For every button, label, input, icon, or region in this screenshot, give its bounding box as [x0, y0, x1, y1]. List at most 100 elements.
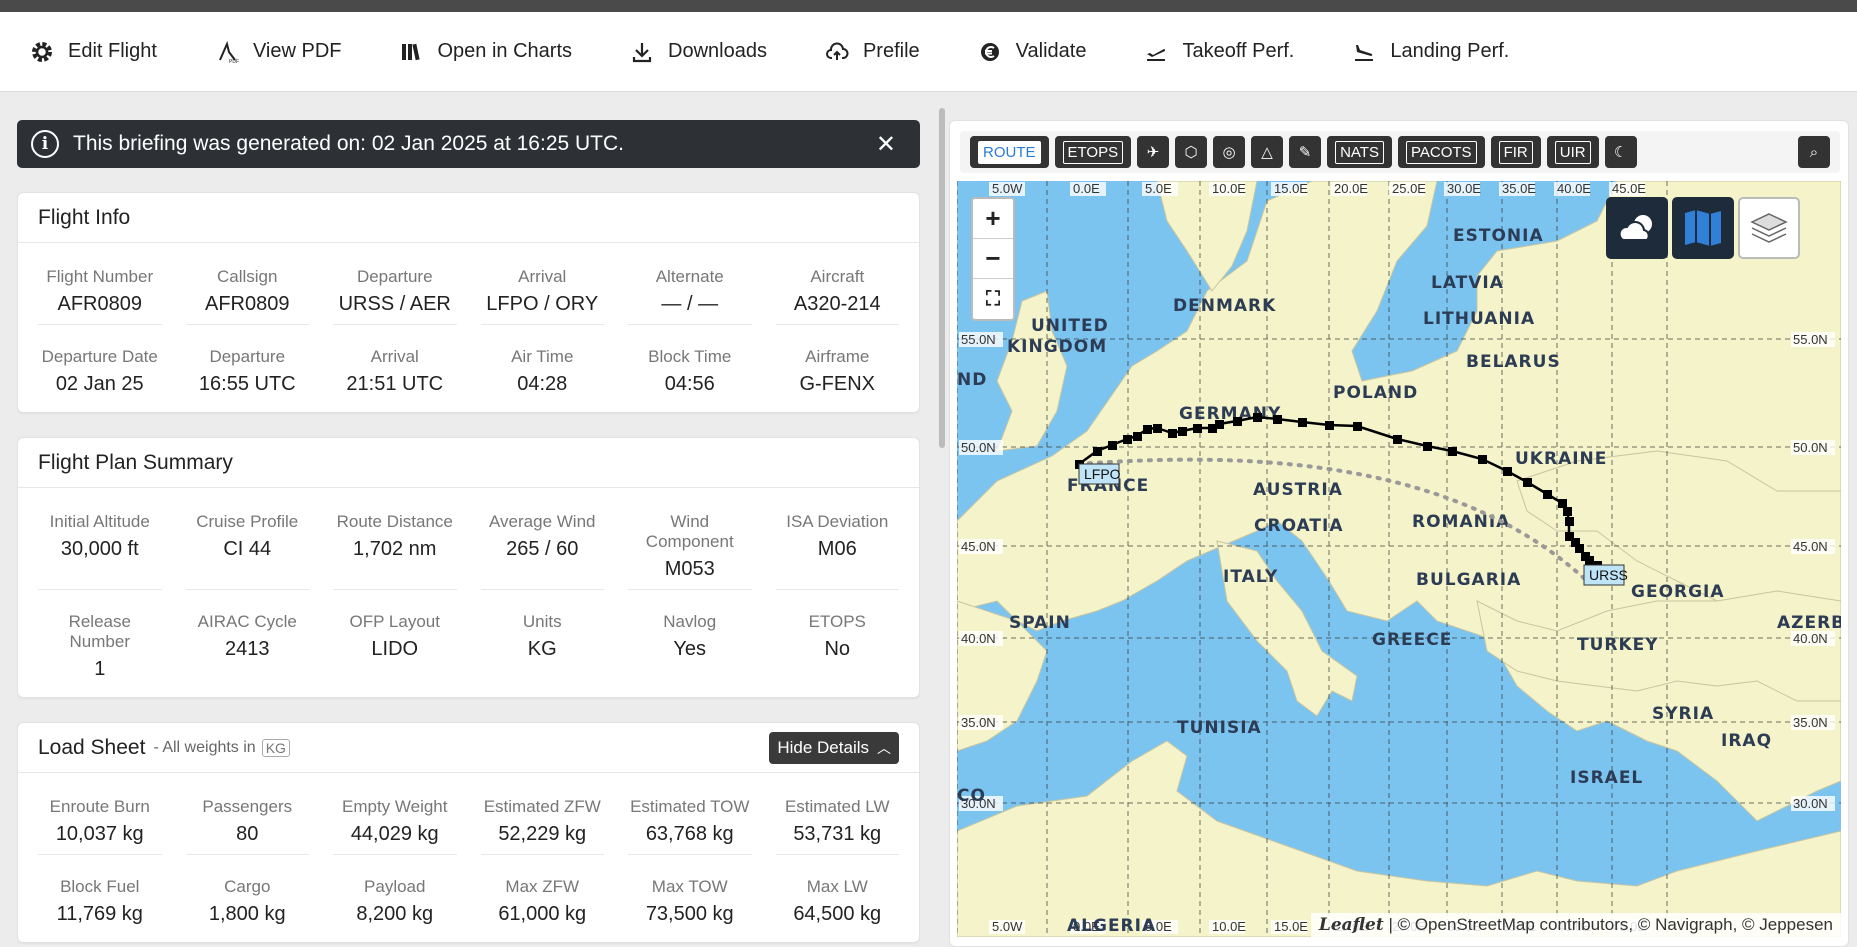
svg-text:40.0E: 40.0E — [1557, 181, 1591, 196]
flight-info-title: Flight Info — [18, 193, 919, 243]
zoom-out-button[interactable]: − — [973, 239, 1013, 279]
waypoint-marker[interactable] — [1585, 556, 1594, 565]
zoom-control: + − ⛶ — [971, 197, 1015, 321]
country-label: GREECE — [1372, 630, 1452, 650]
waypoint-marker[interactable] — [1273, 415, 1282, 424]
info-cell: Air Time 04:28 — [481, 333, 605, 404]
waypoint-marker[interactable] — [1153, 424, 1162, 433]
waypoint-marker[interactable] — [1575, 544, 1584, 553]
info-value: 04:28 — [517, 373, 568, 395]
panel-scrollbar[interactable] — [939, 108, 945, 448]
fullscreen-icon[interactable]: ⛶ — [973, 279, 1013, 319]
info-value: 1,800 kg — [208, 903, 286, 925]
country-label: SPAIN — [1009, 613, 1071, 633]
prefile-label: Prefile — [862, 40, 920, 62]
waypoint-marker[interactable] — [1093, 447, 1102, 456]
lat-label: 55.0N — [959, 332, 1003, 347]
waypoint-marker[interactable] — [1543, 490, 1552, 499]
info-label: Aircraft — [810, 267, 865, 286]
takeoff-perf-button[interactable]: Takeoff Perf. — [1144, 40, 1294, 64]
departure-airport-marker[interactable]: URSS — [1583, 564, 1628, 586]
info-cell: Max TOW 73,500 kg — [628, 863, 752, 934]
country-label: ND — [957, 370, 987, 390]
info-cell: Alternate — / — — [628, 253, 752, 325]
country-label: UKRAINE — [1515, 449, 1607, 469]
layers-button[interactable] — [1738, 197, 1800, 259]
waypoint-marker[interactable] — [1215, 420, 1224, 429]
leaflet-link[interactable]: Leaflet — [1319, 915, 1384, 935]
info-label: Passengers — [202, 797, 293, 816]
zoom-in-button[interactable]: + — [973, 199, 1013, 239]
arrival-airport-marker[interactable]: LFPO — [1078, 463, 1121, 485]
info-label: Wind Component — [645, 512, 734, 551]
nats-layer-button[interactable]: NATS — [1327, 136, 1392, 168]
downloads-button[interactable]: Downloads — [630, 40, 767, 64]
waypoint-marker[interactable] — [1193, 424, 1202, 433]
waypoint-marker[interactable] — [1478, 455, 1487, 464]
hide-details-button[interactable]: Hide Details ︿ — [769, 731, 899, 764]
fir-layer-button[interactable]: FIR — [1490, 136, 1541, 168]
info-cell: Empty Weight 44,029 kg — [333, 783, 457, 855]
route-map[interactable]: 5.0W 5.0W 0.0E 0.0E 5.0E 5.0E 10.0E 10.0E 15.0E 1… — [957, 181, 1841, 937]
waypoint-marker[interactable] — [1523, 478, 1532, 487]
landing-perf-button[interactable]: Landing Perf. — [1352, 40, 1509, 64]
validate-label: Validate — [1015, 40, 1087, 62]
nats-layer-label: NATS — [1335, 140, 1384, 164]
info-cell: Block Fuel 11,769 kg — [38, 863, 162, 934]
waypoint-marker[interactable] — [1168, 429, 1177, 438]
info-value: 30,000 ft — [60, 538, 139, 560]
info-label: Air Time — [511, 347, 574, 366]
waypoint-marker[interactable] — [1325, 421, 1334, 430]
weather-layer-button[interactable] — [1606, 197, 1668, 259]
zoom-search-icon[interactable]: ⌕ — [1798, 136, 1830, 168]
country-label: BELARUS — [1466, 352, 1561, 372]
waypoint-marker[interactable] — [1298, 418, 1307, 427]
info-value: LIDO — [371, 638, 419, 660]
etops-layer-button[interactable]: ETOPS — [1054, 136, 1132, 168]
edit-flight-button[interactable]: Edit Flight — [30, 40, 157, 64]
waypoint-icon[interactable]: △ — [1251, 136, 1284, 168]
lat-label: 45.0N — [959, 539, 1003, 554]
pen-icon[interactable]: ✎ — [1289, 136, 1322, 168]
info-value: 1,702 nm — [353, 538, 437, 560]
country-label: DENMARK — [1173, 296, 1276, 316]
cloud-sun-icon — [1618, 215, 1652, 241]
waypoint-marker[interactable] — [1565, 517, 1574, 526]
svg-text:45.0N: 45.0N — [961, 539, 996, 554]
svg-text:55.0N: 55.0N — [1793, 332, 1828, 347]
waypoint-marker[interactable] — [1108, 441, 1117, 450]
waypoint-marker[interactable] — [1133, 432, 1142, 441]
moon-icon[interactable]: ☾ — [1604, 136, 1637, 168]
waypoint-marker[interactable] — [1143, 425, 1152, 434]
waypoint-marker[interactable] — [1503, 467, 1512, 476]
waypoint-marker[interactable] — [1558, 499, 1567, 508]
ndb-icon[interactable]: ◎ — [1213, 136, 1246, 168]
waypoint-marker[interactable] — [1393, 435, 1402, 444]
close-icon[interactable]: ✕ — [866, 130, 906, 159]
prefile-button[interactable]: Prefile — [825, 40, 920, 64]
waypoint-marker[interactable] — [1123, 435, 1132, 444]
vor-icon[interactable]: ⬡ — [1175, 136, 1208, 168]
view-pdf-button[interactable]: PDF View PDF — [215, 40, 341, 64]
waypoint-marker[interactable] — [1353, 422, 1362, 431]
info-label: Departure Date — [41, 347, 158, 366]
waypoint-marker[interactable] — [1253, 413, 1262, 422]
info-label: Departure — [209, 347, 286, 366]
waypoint-marker[interactable] — [1178, 427, 1187, 436]
airways-icon[interactable]: ✈ — [1137, 136, 1170, 168]
route-layer-button[interactable]: ROUTE — [970, 136, 1049, 168]
info-value: AFR0809 — [205, 293, 290, 315]
validate-button[interactable]: Validate — [978, 40, 1087, 64]
waypoint-marker[interactable] — [1563, 507, 1572, 516]
waypoint-marker[interactable] — [1448, 447, 1457, 456]
pacots-layer-button[interactable]: PACOTS — [1397, 136, 1485, 168]
generated-banner: i This briefing was generated on: 02 Jan… — [17, 120, 920, 168]
open-in-charts-button[interactable]: Open in Charts — [399, 40, 572, 64]
waypoint-marker[interactable] — [1423, 442, 1432, 451]
info-value: 52,229 kg — [498, 823, 587, 845]
info-value: 21:51 UTC — [346, 373, 444, 395]
uir-layer-button[interactable]: UIR — [1546, 136, 1599, 168]
waypoint-marker[interactable] — [1233, 417, 1242, 426]
charts-layer-button[interactable] — [1672, 197, 1734, 259]
info-value: URSS / AER — [338, 293, 451, 315]
